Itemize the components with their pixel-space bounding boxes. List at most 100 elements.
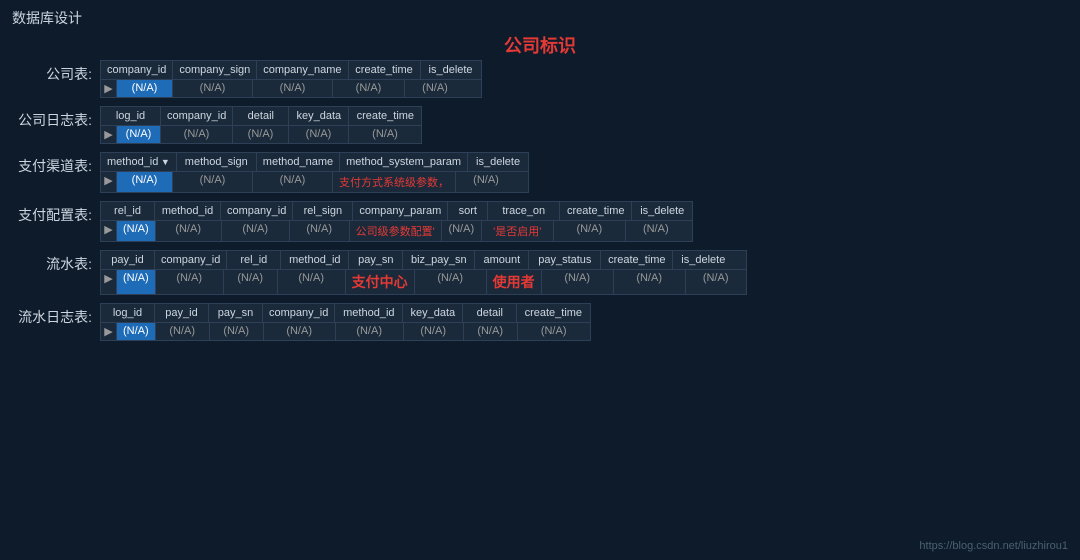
cell-company_param: 公司级参数配置' bbox=[350, 221, 442, 241]
cell-method_sign: (N/A) bbox=[173, 172, 253, 192]
col-method_sign: method_sign bbox=[177, 153, 257, 171]
cell-is_delete: (N/A) bbox=[626, 221, 686, 241]
col-method_id: method_id bbox=[101, 153, 177, 171]
payment-config-data: ▶ (N/A) (N/A) (N/A) (N/A) 公司级参数配置' (N/A)… bbox=[101, 221, 692, 241]
company-table-header: company_id company_sign company_name cre… bbox=[101, 61, 481, 80]
flow-log-table-row: 流水日志表: log_id pay_id pay_sn company_id m… bbox=[10, 303, 1070, 341]
col-pay_status: pay_status bbox=[529, 251, 601, 269]
payment-config-table-row: 支付配置表: rel_id method_id company_id rel_s… bbox=[10, 201, 1070, 242]
cell-method_id: (N/A) bbox=[156, 221, 222, 241]
cell-is_delete: (N/A) bbox=[686, 270, 746, 294]
cell-method_id: (N/A) bbox=[336, 323, 404, 340]
arrow-cell: ▶ bbox=[101, 126, 117, 143]
cell-is_delete: (N/A) bbox=[405, 80, 465, 97]
cell-log_id: (N/A) bbox=[117, 323, 156, 340]
col-is_delete: is_delete bbox=[632, 202, 692, 220]
flow-table-data: ▶ (N/A) (N/A) (N/A) (N/A) 支付中心 (N/A) 使用者… bbox=[101, 270, 746, 294]
payment-config-header: rel_id method_id company_id rel_sign com… bbox=[101, 202, 692, 221]
cell-create_time: (N/A) bbox=[554, 221, 626, 241]
cell-company_sign: (N/A) bbox=[173, 80, 253, 97]
payment-channel-table: method_id method_sign method_name method… bbox=[100, 152, 529, 193]
col-create_time: create_time bbox=[560, 202, 632, 220]
col-company_id: company_id bbox=[155, 251, 227, 269]
arrow-cell: ▶ bbox=[101, 172, 117, 192]
cell-is_delete: (N/A) bbox=[456, 172, 516, 192]
payment-channel-header: method_id method_sign method_name method… bbox=[101, 153, 528, 172]
col-company_name: company_name bbox=[257, 61, 348, 79]
section-label: 公司标识 bbox=[504, 32, 576, 58]
payment-channel-table-label: 支付渠道表: bbox=[10, 152, 100, 176]
col-company_param: company_param bbox=[353, 202, 448, 220]
flow-log-table: log_id pay_id pay_sn company_id method_i… bbox=[100, 303, 591, 341]
company-table: company_id company_sign company_name cre… bbox=[100, 60, 482, 98]
col-create_time: create_time bbox=[349, 61, 421, 79]
cell-trace_on: '是否启用' bbox=[482, 221, 554, 241]
cell-sort: (N/A) bbox=[442, 221, 482, 241]
col-sort: sort bbox=[448, 202, 488, 220]
cell-rel_id: (N/A) bbox=[117, 221, 156, 241]
cell-pay_id: (N/A) bbox=[156, 323, 210, 340]
payment-config-table: rel_id method_id company_id rel_sign com… bbox=[100, 201, 693, 242]
cell-rel_id: (N/A) bbox=[224, 270, 278, 294]
arrow-cell: ▶ bbox=[101, 221, 117, 241]
col-company_sign: company_sign bbox=[173, 61, 257, 79]
flow-table: pay_id company_id rel_id method_id pay_s… bbox=[100, 250, 747, 295]
col-is_delete: is_delete bbox=[673, 251, 733, 269]
company-table-data: ▶ (N/A) (N/A) (N/A) (N/A) (N/A) bbox=[101, 80, 481, 97]
cell-method_id: (N/A) bbox=[117, 172, 173, 192]
col-key_data: key_data bbox=[289, 107, 349, 125]
arrow-cell: ▶ bbox=[101, 80, 117, 97]
col-create_time: create_time bbox=[349, 107, 421, 125]
cell-key_data: (N/A) bbox=[289, 126, 349, 143]
col-method_id: method_id bbox=[335, 304, 403, 322]
cell-detail: (N/A) bbox=[464, 323, 518, 340]
flow-log-data: ▶ (N/A) (N/A) (N/A) (N/A) (N/A) (N/A) (N… bbox=[101, 323, 590, 340]
col-method_id: method_id bbox=[155, 202, 221, 220]
flow-log-table-label: 流水日志表: bbox=[10, 303, 100, 327]
cell-company_id: (N/A) bbox=[161, 126, 233, 143]
cell-create_time: (N/A) bbox=[333, 80, 405, 97]
flow-table-label: 流水表: bbox=[10, 250, 100, 274]
payment-config-table-label: 支付配置表: bbox=[10, 201, 100, 225]
col-amount: amount bbox=[475, 251, 529, 269]
cell-company_id: (N/A) bbox=[264, 323, 336, 340]
flow-table-row: 流水表: pay_id company_id rel_id method_id … bbox=[10, 250, 1070, 295]
company-log-table-row: 公司日志表: log_id company_id detail key_data… bbox=[10, 106, 1070, 144]
col-detail: detail bbox=[463, 304, 517, 322]
col-create_time: create_time bbox=[517, 304, 589, 322]
main-content: 公司表: company_id company_sign company_nam… bbox=[0, 60, 1080, 341]
cell-pay_sn: (N/A) bbox=[210, 323, 264, 340]
col-method_id: method_id bbox=[281, 251, 349, 269]
cell-company_id: (N/A) bbox=[222, 221, 290, 241]
cell-amount: 使用者 bbox=[487, 270, 542, 294]
col-company_id: company_id bbox=[101, 61, 173, 79]
arrow-cell: ▶ bbox=[101, 323, 117, 340]
col-biz_pay_sn: biz_pay_sn bbox=[403, 251, 475, 269]
cell-company_name: (N/A) bbox=[253, 80, 333, 97]
cell-pay_id: (N/A) bbox=[117, 270, 156, 294]
page-title: 数据库设计 bbox=[0, 0, 1080, 32]
col-log_id: log_id bbox=[101, 107, 161, 125]
flow-log-header: log_id pay_id pay_sn company_id method_i… bbox=[101, 304, 590, 323]
col-rel_sign: rel_sign bbox=[293, 202, 353, 220]
col-pay_sn: pay_sn bbox=[209, 304, 263, 322]
cell-method_name: (N/A) bbox=[253, 172, 333, 192]
cell-key_data: (N/A) bbox=[404, 323, 464, 340]
col-detail: detail bbox=[233, 107, 289, 125]
cell-create_time: (N/A) bbox=[518, 323, 590, 340]
cell-create_time: (N/A) bbox=[614, 270, 686, 294]
cell-company_id: (N/A) bbox=[156, 270, 224, 294]
col-log_id: log_id bbox=[101, 304, 155, 322]
company-log-header: log_id company_id detail key_data create… bbox=[101, 107, 421, 126]
col-company_id: company_id bbox=[221, 202, 293, 220]
company-table-label: 公司表: bbox=[10, 60, 100, 84]
cell-method_id: (N/A) bbox=[278, 270, 346, 294]
company-log-data: ▶ (N/A) (N/A) (N/A) (N/A) (N/A) bbox=[101, 126, 421, 143]
cell-create_time: (N/A) bbox=[349, 126, 421, 143]
flow-table-wrapper: pay_id company_id rel_id method_id pay_s… bbox=[100, 250, 747, 295]
company-log-table-label: 公司日志表: bbox=[10, 106, 100, 130]
cell-biz_pay_sn: (N/A) bbox=[415, 270, 487, 294]
col-create_time: create_time bbox=[601, 251, 673, 269]
col-rel_id: rel_id bbox=[101, 202, 155, 220]
company-table-row: 公司表: company_id company_sign company_nam… bbox=[10, 60, 1070, 98]
